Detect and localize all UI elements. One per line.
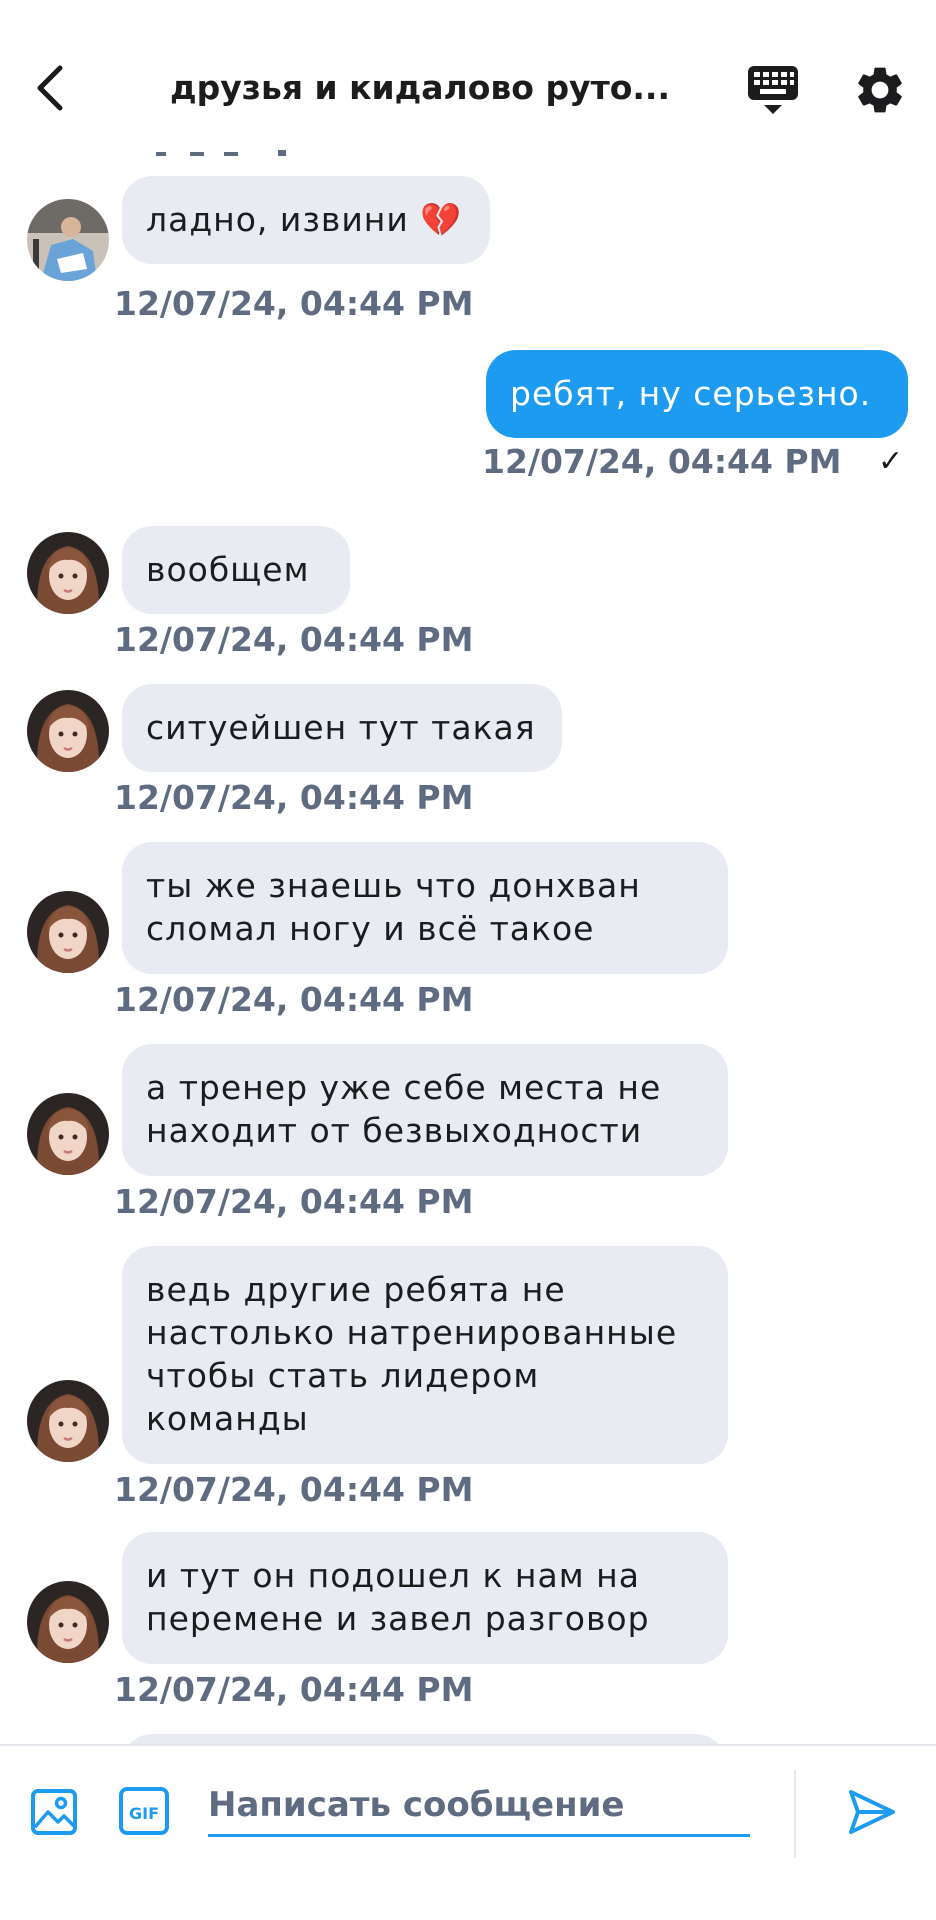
avatar[interactable] — [27, 690, 109, 772]
message-text: ладно, извини 💔 — [146, 200, 463, 239]
message-bubble[interactable]: ситуейшен тут такая — [122, 684, 562, 772]
read-check-icon: ✓ — [878, 444, 904, 479]
image-icon — [31, 1789, 77, 1835]
chevron-left-icon — [37, 65, 63, 111]
message-timestamp: 12/07/24, 04:44 PM — [114, 1670, 474, 1709]
settings-button[interactable] — [852, 62, 908, 118]
message-timestamp: 12/07/24, 04:44 PM — [114, 1470, 474, 1509]
message-text: вообщем — [146, 550, 310, 589]
message-text: а тренер уже себе места не находит от бе… — [146, 1068, 662, 1150]
message-list[interactable]: ладно, извини 💔 12/07/24, 04:44 PM ребят… — [0, 150, 936, 1744]
message-text: ведь другие ребята не настолько натренир… — [146, 1270, 678, 1438]
message-timestamp: 12/07/24, 04:44 PM — [114, 980, 474, 1019]
attach-image-button[interactable] — [30, 1788, 78, 1836]
avatar-photo-2 — [27, 1581, 109, 1663]
avatar-photo-2 — [27, 690, 109, 772]
message-input[interactable] — [208, 1776, 750, 1837]
message-bubble-outgoing[interactable]: ребят, ну серьезно. — [486, 350, 908, 438]
message-timestamp: 12/07/24, 04:44 PM — [114, 1182, 474, 1221]
back-button[interactable] — [24, 58, 76, 118]
message-bubble[interactable]: и тут он подошел к нам на перемене и зав… — [122, 1532, 728, 1664]
avatar-photo-2 — [27, 891, 109, 973]
message-bubble[interactable]: вообщем — [122, 526, 350, 614]
message-bubble[interactable]: ты же знаешь что донхван сломал ногу и в… — [122, 842, 728, 974]
chat-header: друзья и кидалово руто... — [0, 0, 936, 150]
gear-icon — [858, 67, 902, 113]
avatar[interactable] — [27, 1093, 109, 1175]
message-text: ситуейшен тут такая — [146, 708, 536, 747]
send-button[interactable] — [846, 1786, 898, 1838]
send-icon — [849, 1790, 895, 1834]
gif-label: GIF — [129, 1804, 159, 1823]
keyboard-button[interactable] — [744, 62, 802, 118]
avatar[interactable] — [27, 1581, 109, 1663]
avatar[interactable] — [27, 199, 109, 281]
message-bubble[interactable]: а тренер уже себе места не находит от бе… — [122, 1044, 728, 1176]
message-bubble-partial[interactable] — [122, 1734, 726, 1744]
message-text: ты же знаешь что донхван сломал ногу и в… — [146, 866, 641, 948]
message-timestamp: 12/07/24, 04:44 PM — [114, 620, 474, 659]
keyboard-icon — [748, 66, 798, 114]
avatar[interactable] — [27, 891, 109, 973]
message-text: и тут он подошел к нам на перемене и зав… — [146, 1556, 650, 1638]
message-timestamp: 12/07/24, 04:44 PM — [482, 442, 842, 481]
avatar[interactable] — [27, 1380, 109, 1462]
avatar-photo-2 — [27, 1380, 109, 1462]
message-timestamp: 12/07/24, 04:44 PM — [114, 778, 474, 817]
avatar[interactable] — [27, 532, 109, 614]
chat-screen: друзья и кидалово руто... ладно, извини … — [0, 0, 936, 1920]
gif-icon: GIF — [119, 1787, 169, 1835]
message-composer: GIF — [0, 1744, 936, 1920]
message-bubble[interactable]: ведь другие ребята не настолько натренир… — [122, 1246, 728, 1464]
chat-title[interactable]: друзья и кидалово руто... — [150, 64, 690, 112]
avatar-photo-2 — [27, 1093, 109, 1175]
message-text: ребят, ну серьезно. — [510, 374, 872, 413]
message-bubble[interactable]: ладно, извини 💔 — [122, 176, 490, 264]
gif-button[interactable]: GIF — [118, 1786, 170, 1836]
avatar-photo-2 — [27, 532, 109, 614]
divider — [794, 1770, 796, 1858]
message-timestamp: 12/07/24, 04:44 PM — [114, 284, 474, 323]
avatar-photo-1 — [27, 199, 109, 281]
